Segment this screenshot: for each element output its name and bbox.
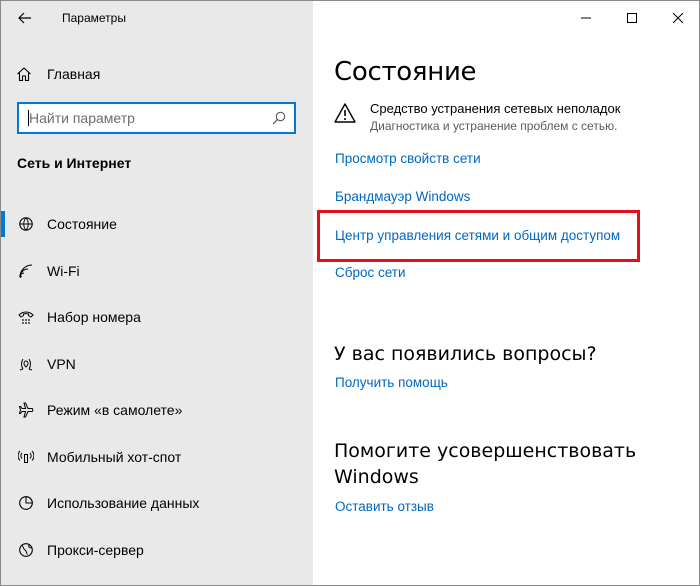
maximize-button[interactable]: [609, 1, 655, 35]
airplane-icon: [17, 401, 35, 419]
view-network-properties-link[interactable]: Просмотр свойств сети: [335, 151, 481, 166]
improve-heading-line1: Помогите усовершенствовать: [334, 440, 637, 462]
sidebar-item-proxy[interactable]: Прокси-сервер: [1, 527, 313, 574]
sidebar-item-label: Мобильный хот-спот: [47, 448, 182, 465]
sidebar-item-airplane[interactable]: Режим «в самолете»: [1, 387, 313, 434]
maximize-icon: [627, 13, 637, 23]
data-usage-icon: [17, 494, 35, 512]
sidebar-item-label: Wi-Fi: [47, 262, 80, 279]
vpn-icon: [17, 355, 35, 373]
search-input[interactable]: [19, 104, 264, 132]
text-caret: [28, 110, 29, 126]
sidebar-item-vpn[interactable]: VPN: [1, 341, 313, 388]
sidebar-item-label: Состояние: [47, 216, 117, 233]
home-label: Главная: [47, 66, 101, 82]
home-icon: [15, 65, 33, 83]
globe-icon: [17, 541, 35, 559]
improve-heading-line2: Windows: [334, 466, 419, 488]
windows-firewall-link[interactable]: Брандмауэр Windows: [335, 189, 470, 204]
close-button[interactable]: [655, 1, 699, 35]
sidebar-item-dialup[interactable]: Набор номера: [1, 294, 313, 341]
sidebar-item-wifi[interactable]: Wi-Fi: [1, 248, 313, 295]
network-reset-link[interactable]: Сброс сети: [335, 265, 406, 280]
sidebar-item-label: Использование данных: [47, 495, 200, 512]
sidebar-nav: Состояние Wi-Fi Набор номера VPN Режим «…: [1, 201, 313, 573]
sidebar-item-status[interactable]: Состояние: [1, 201, 313, 248]
sidebar-item-label: Прокси-сервер: [47, 541, 144, 558]
give-feedback-link[interactable]: Оставить отзыв: [335, 499, 434, 514]
minimize-button[interactable]: [563, 1, 609, 35]
dialup-icon: [17, 308, 35, 326]
search-icon[interactable]: [264, 104, 294, 132]
settings-window: Параметры Главная Сеть и Интернет: [0, 0, 700, 586]
search-box[interactable]: [17, 102, 296, 134]
main-panel: Состояние Средство устранения сетевых не…: [313, 1, 699, 585]
section-title: Сеть и Интернет: [17, 155, 132, 171]
hotspot-icon: [17, 448, 35, 466]
back-button[interactable]: [15, 9, 35, 27]
troubleshooter-title: Средство устранения сетевых неполадок: [370, 101, 621, 116]
sidebar-item-label: Набор номера: [47, 309, 141, 326]
questions-heading: У вас появились вопросы?: [334, 343, 597, 365]
back-arrow-icon: [18, 12, 31, 24]
highlight-annotation: [317, 210, 640, 262]
sidebar: Параметры Главная Сеть и Интернет: [1, 1, 313, 585]
sidebar-item-hotspot[interactable]: Мобильный хот-спот: [1, 434, 313, 481]
window-controls: [563, 1, 699, 35]
get-help-link[interactable]: Получить помощь: [335, 375, 448, 390]
minimize-icon: [581, 17, 591, 19]
sidebar-item-label: Режим «в самолете»: [47, 402, 183, 419]
app-title: Параметры: [62, 11, 126, 25]
close-icon: [673, 13, 683, 23]
wifi-icon: [17, 262, 35, 280]
home-nav-item[interactable]: Главная: [15, 63, 100, 85]
title-bar: Параметры: [1, 1, 313, 35]
status-icon: [17, 215, 35, 233]
troubleshooter-subtitle: Диагностика и устранение проблем с сетью…: [370, 119, 618, 133]
warning-icon: [334, 103, 356, 123]
network-troubleshooter[interactable]: Средство устранения сетевых неполадок Ди…: [334, 101, 620, 135]
page-title: Состояние: [334, 57, 477, 87]
sidebar-item-label: VPN: [47, 355, 76, 372]
sidebar-item-data-usage[interactable]: Использование данных: [1, 480, 313, 527]
